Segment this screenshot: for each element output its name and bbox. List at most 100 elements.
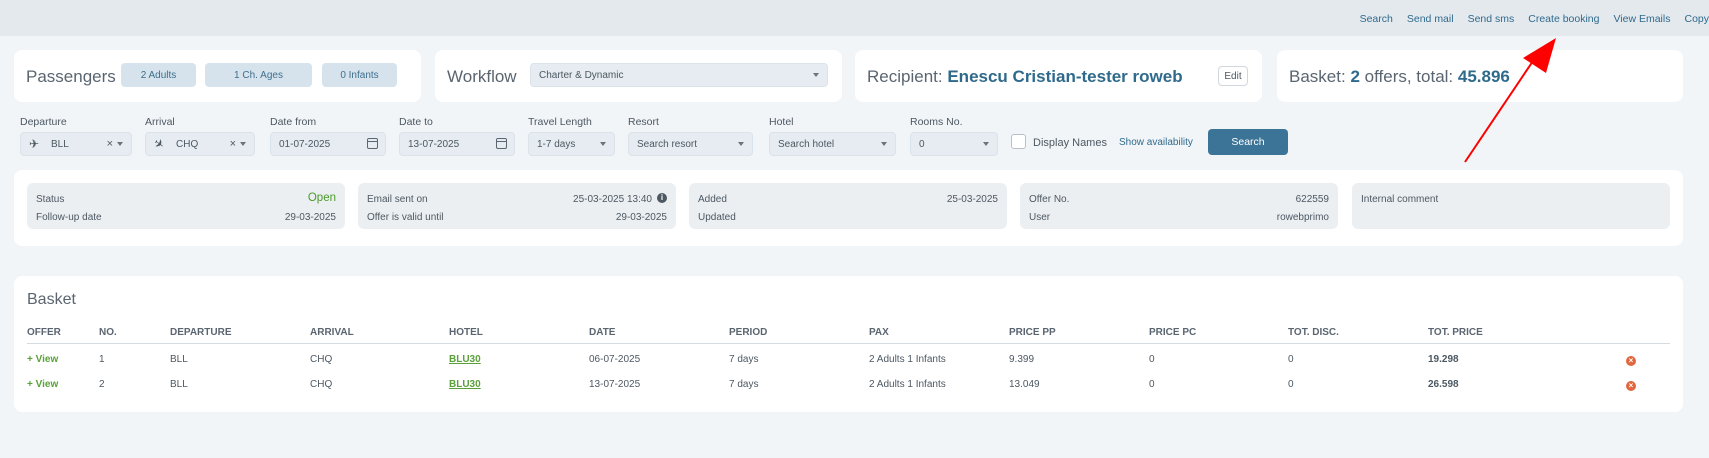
chevron-down-icon: [983, 142, 989, 146]
cell-departure: BLL: [170, 379, 188, 390]
cell-price-pc: 0: [1149, 354, 1155, 365]
col-tot-price: TOT. PRICE: [1428, 327, 1483, 338]
col-price-pp: PRICE PP: [1009, 327, 1056, 338]
chevron-down-icon: [240, 142, 246, 146]
rooms-label: Rooms No.: [910, 116, 963, 128]
hotel-link[interactable]: BLU30: [449, 354, 481, 365]
date-from-value: 01-07-2025: [279, 138, 331, 150]
topnav-send-mail-link[interactable]: Send mail: [1407, 13, 1454, 25]
offer-no-value: 622559: [1295, 194, 1329, 205]
recipient-card: Recipient: Enescu Cristian-tester roweb …: [855, 50, 1262, 102]
remove-offer-icon[interactable]: ×: [1626, 356, 1636, 366]
date-from-input[interactable]: 01-07-2025: [270, 132, 386, 156]
clear-icon[interactable]: ×: [107, 138, 113, 150]
recipient-name: Enescu Cristian-tester roweb: [947, 67, 1183, 86]
workflow-value: Charter & Dynamic: [539, 69, 624, 81]
departure-select[interactable]: ✈ BLL ×: [20, 132, 132, 156]
cell-date: 13-07-2025: [589, 379, 641, 390]
cell-price-pc: 0: [1149, 379, 1155, 390]
col-period: PERIOD: [729, 327, 768, 338]
view-offer-button[interactable]: + View: [27, 379, 58, 390]
remove-offer-icon[interactable]: ×: [1626, 381, 1636, 391]
show-availability-link[interactable]: Show availability: [1119, 137, 1193, 148]
red-arrow-annotation: [1464, 38, 1556, 163]
added-label: Added: [698, 194, 727, 205]
status-label: Status: [36, 194, 65, 205]
workflow-select[interactable]: Charter & Dynamic: [530, 63, 828, 87]
resort-label: Resort: [628, 116, 659, 128]
followup-value: 29-03-2025: [284, 212, 336, 223]
cell-no: 1: [99, 354, 105, 365]
status-box: Status Open Follow-up date 29-03-2025: [27, 183, 345, 229]
cell-price-pp: 9.399: [1009, 354, 1035, 365]
basket-card: [14, 276, 1683, 412]
clear-icon[interactable]: ×: [230, 138, 236, 150]
top-nav: Search Send mail Send sms Create booking…: [1360, 13, 1709, 25]
departure-label: Departure: [20, 116, 67, 128]
cell-pax: 2 Adults 1 Infants: [869, 379, 946, 390]
recipient-line: Recipient: Enescu Cristian-tester roweb: [867, 67, 1183, 87]
rooms-select[interactable]: 0: [910, 132, 998, 156]
offer-no-label: Offer No.: [1029, 194, 1070, 205]
view-offer-button[interactable]: + View: [27, 354, 58, 365]
cell-price-pp: 13.049: [1009, 379, 1040, 390]
chevron-down-icon: [881, 142, 887, 146]
hotel-select[interactable]: Search hotel: [769, 132, 896, 156]
user-label: User: [1029, 212, 1051, 223]
calendar-icon: [367, 138, 378, 149]
passengers-card: Passengers 2 Adults 1 Ch. Ages 0 Infants: [14, 50, 421, 102]
date-to-label: Date to: [399, 116, 433, 128]
infants-button[interactable]: 0 Infants: [322, 63, 397, 87]
chevron-down-icon: [738, 142, 744, 146]
topnav-search-link[interactable]: Search: [1360, 13, 1393, 25]
basket-title: Basket: [27, 291, 76, 308]
col-date: DATE: [589, 327, 616, 338]
cell-date: 06-07-2025: [589, 354, 641, 365]
topnav-copy-link[interactable]: Copy: [1684, 13, 1709, 25]
date-to-input[interactable]: 13-07-2025: [399, 132, 515, 156]
added-value: 25-03-2025: [946, 194, 998, 205]
cell-period: 7 days: [729, 354, 759, 365]
basket-summary-label: Basket:: [1289, 67, 1346, 86]
search-button[interactable]: Search: [1208, 129, 1288, 155]
travel-length-select[interactable]: 1-7 days: [528, 132, 615, 156]
col-hotel: HOTEL: [449, 327, 483, 338]
basket-summary-mid: offers, total:: [1364, 67, 1454, 86]
departure-value: BLL: [51, 138, 69, 150]
arrival-label: Arrival: [145, 116, 175, 128]
internal-comment-box[interactable]: Internal comment: [1352, 183, 1670, 229]
status-value: Open: [307, 192, 336, 204]
cell-tot-price: 19.298: [1428, 354, 1459, 365]
travel-length-value: 1-7 days: [537, 138, 576, 150]
topnav-create-booking-link[interactable]: Create booking: [1528, 13, 1599, 25]
topnav-view-emails-link[interactable]: View Emails: [1613, 13, 1670, 25]
date-from-label: Date from: [270, 116, 317, 128]
hotel-link[interactable]: BLU30: [449, 379, 481, 390]
info-icon[interactable]: i: [657, 193, 667, 203]
arrival-select[interactable]: ✈ CHQ ×: [145, 132, 255, 156]
adults-button[interactable]: 2 Adults: [121, 63, 196, 87]
workflow-title: Workflow: [447, 67, 517, 86]
hotel-placeholder: Search hotel: [778, 138, 835, 150]
workflow-card: Workflow Charter & Dynamic: [435, 50, 842, 102]
col-offer: OFFER: [27, 327, 61, 338]
date-to-value: 13-07-2025: [408, 138, 460, 150]
updated-label: Updated: [698, 212, 736, 223]
col-tot-disc: TOT. DISC.: [1288, 327, 1339, 338]
topnav-send-sms-link[interactable]: Send sms: [1468, 13, 1515, 25]
children-button[interactable]: 1 Ch. Ages: [205, 63, 312, 87]
recipient-label: Recipient:: [867, 67, 943, 86]
chevron-down-icon: [813, 73, 819, 77]
email-sent-label: Email sent on: [367, 194, 428, 205]
display-names-checkbox[interactable]: [1011, 134, 1026, 149]
cell-period: 7 days: [729, 379, 759, 390]
col-departure: DEPARTURE: [170, 327, 232, 338]
added-box: Added 25-03-2025 Updated: [689, 183, 1007, 229]
internal-comment-label: Internal comment: [1361, 194, 1439, 205]
cell-tot-disc: 0: [1288, 379, 1294, 390]
edit-recipient-button[interactable]: Edit: [1218, 66, 1248, 86]
followup-label: Follow-up date: [36, 212, 102, 223]
resort-select[interactable]: Search resort: [628, 132, 753, 156]
arrival-value: CHQ: [176, 138, 199, 150]
cell-no: 2: [99, 379, 105, 390]
